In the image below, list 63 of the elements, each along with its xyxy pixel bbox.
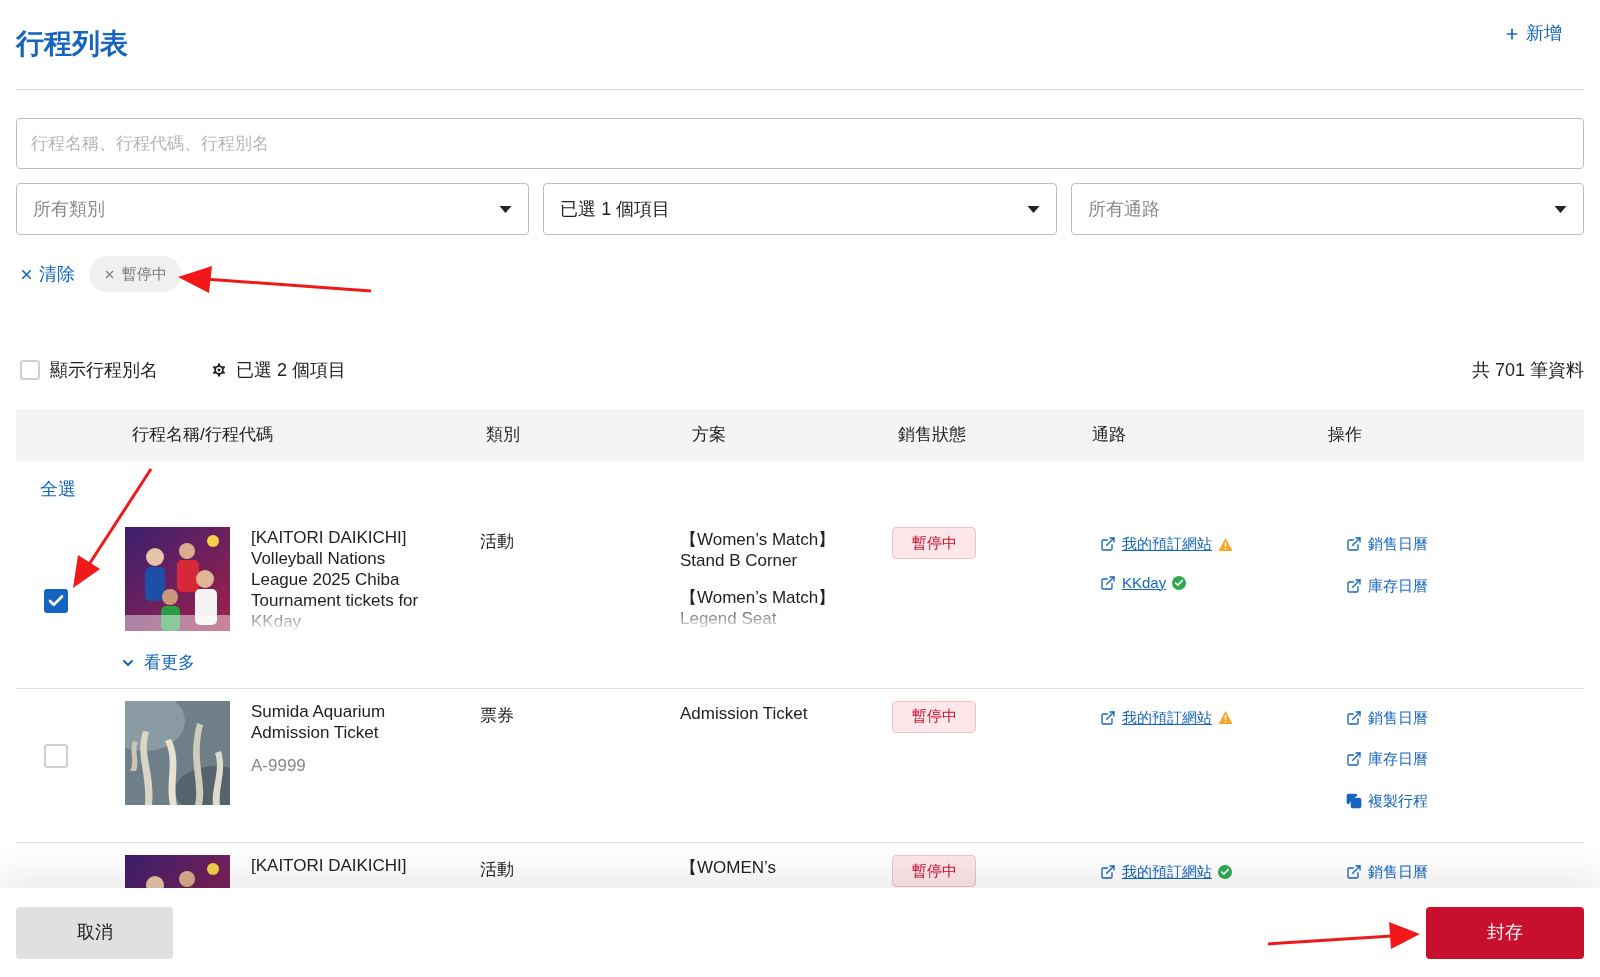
action-link[interactable]: 銷售日曆	[1346, 861, 1584, 884]
caret-down-icon	[499, 205, 513, 213]
external-link-icon	[1100, 864, 1116, 881]
trip-code: A-9999	[251, 754, 307, 777]
external-link-icon	[1100, 574, 1116, 591]
status-badge: 暫停中	[892, 855, 976, 887]
archive-button[interactable]: 封存	[1426, 906, 1584, 959]
plan-name: 【Women’s Match】Legend Seat	[680, 587, 837, 629]
copy-icon	[1346, 792, 1362, 809]
category: 活動	[480, 532, 514, 551]
gear-icon	[210, 361, 228, 379]
filter-dropdown[interactable]: 所有通路	[1070, 183, 1584, 235]
external-link-icon	[1100, 536, 1116, 553]
channel-link[interactable]: 我的預訂網站	[1100, 533, 1212, 556]
trip-name: [KAITORI DAIKICHI]	[251, 855, 408, 876]
channel-link[interactable]: 我的預訂網站	[1100, 706, 1212, 729]
caret-down-icon	[1554, 205, 1567, 213]
external-link-icon	[1346, 536, 1362, 553]
add-button[interactable]: 新增	[1504, 20, 1562, 47]
cancel-button[interactable]: 取消	[16, 906, 173, 959]
column-settings-button[interactable]: 已選 2 個項目	[210, 356, 346, 384]
status-badge: 暫停中	[892, 700, 976, 733]
plan-name: Admission Ticket	[680, 702, 809, 724]
row-checkbox[interactable]	[44, 744, 68, 769]
external-link-icon	[1346, 709, 1362, 726]
column-header: 行程名稱/行程代碼	[131, 424, 274, 447]
action-link[interactable]: 庫存日曆	[1346, 748, 1584, 771]
column-header: 銷售狀態	[897, 424, 967, 447]
warning-icon	[1218, 710, 1233, 726]
caret-down-icon	[1026, 205, 1040, 213]
search-field[interactable]: 行程名稱、行程代碼、行程別名	[16, 118, 1584, 169]
trip-name: Sumida Aquarium Admission Ticket	[251, 700, 387, 743]
channel-link[interactable]: KKday	[1100, 571, 1167, 594]
total-count: 共 701 筆資料	[1471, 358, 1584, 382]
filter-chip[interactable]: 暫停中	[89, 256, 181, 292]
trip-name: [KAITORI DAIKICHI] Volleyball Nations League 2025 Chiba Tournament tickets for KKday	[251, 527, 420, 632]
channel-link[interactable]: 我的預訂網站	[1100, 861, 1212, 884]
action-link[interactable]: 銷售日曆	[1346, 533, 1584, 556]
see-more-link[interactable]: 看更多	[120, 650, 195, 676]
select-all-link[interactable]: 全選	[40, 475, 76, 503]
filter-dropdown[interactable]: 所有類別	[16, 183, 530, 235]
external-link-icon	[1346, 577, 1362, 594]
external-link-icon	[1346, 751, 1362, 768]
plan-name: 【WOMEN’s	[680, 857, 777, 878]
column-header: 通路	[1091, 424, 1127, 447]
category: 活動	[480, 860, 514, 879]
page-title: 行程列表	[16, 27, 128, 61]
column-header: 方案	[691, 424, 727, 447]
plan-name: 【Women’s Match】Stand B Corner	[680, 529, 837, 571]
category: 票券	[480, 705, 514, 725]
action-link[interactable]: 銷售日曆	[1346, 706, 1584, 729]
external-link-icon	[1346, 864, 1362, 881]
warning-icon	[1218, 536, 1233, 552]
show-alias-checkbox[interactable]: 顯示行程別名	[16, 356, 158, 384]
column-header: 操作	[1327, 424, 1363, 447]
external-link-icon	[1100, 709, 1116, 726]
status-badge: 暫停中	[892, 527, 976, 559]
action-link[interactable]: 複製行程	[1346, 789, 1584, 812]
action-link[interactable]: 庫存日曆	[1346, 574, 1584, 597]
row-checkbox[interactable]	[44, 589, 68, 614]
filter-dropdown[interactable]: 已選 1 個項目	[543, 183, 1057, 235]
column-header: 類別	[485, 424, 521, 447]
clear-link[interactable]: 清除	[19, 260, 75, 288]
